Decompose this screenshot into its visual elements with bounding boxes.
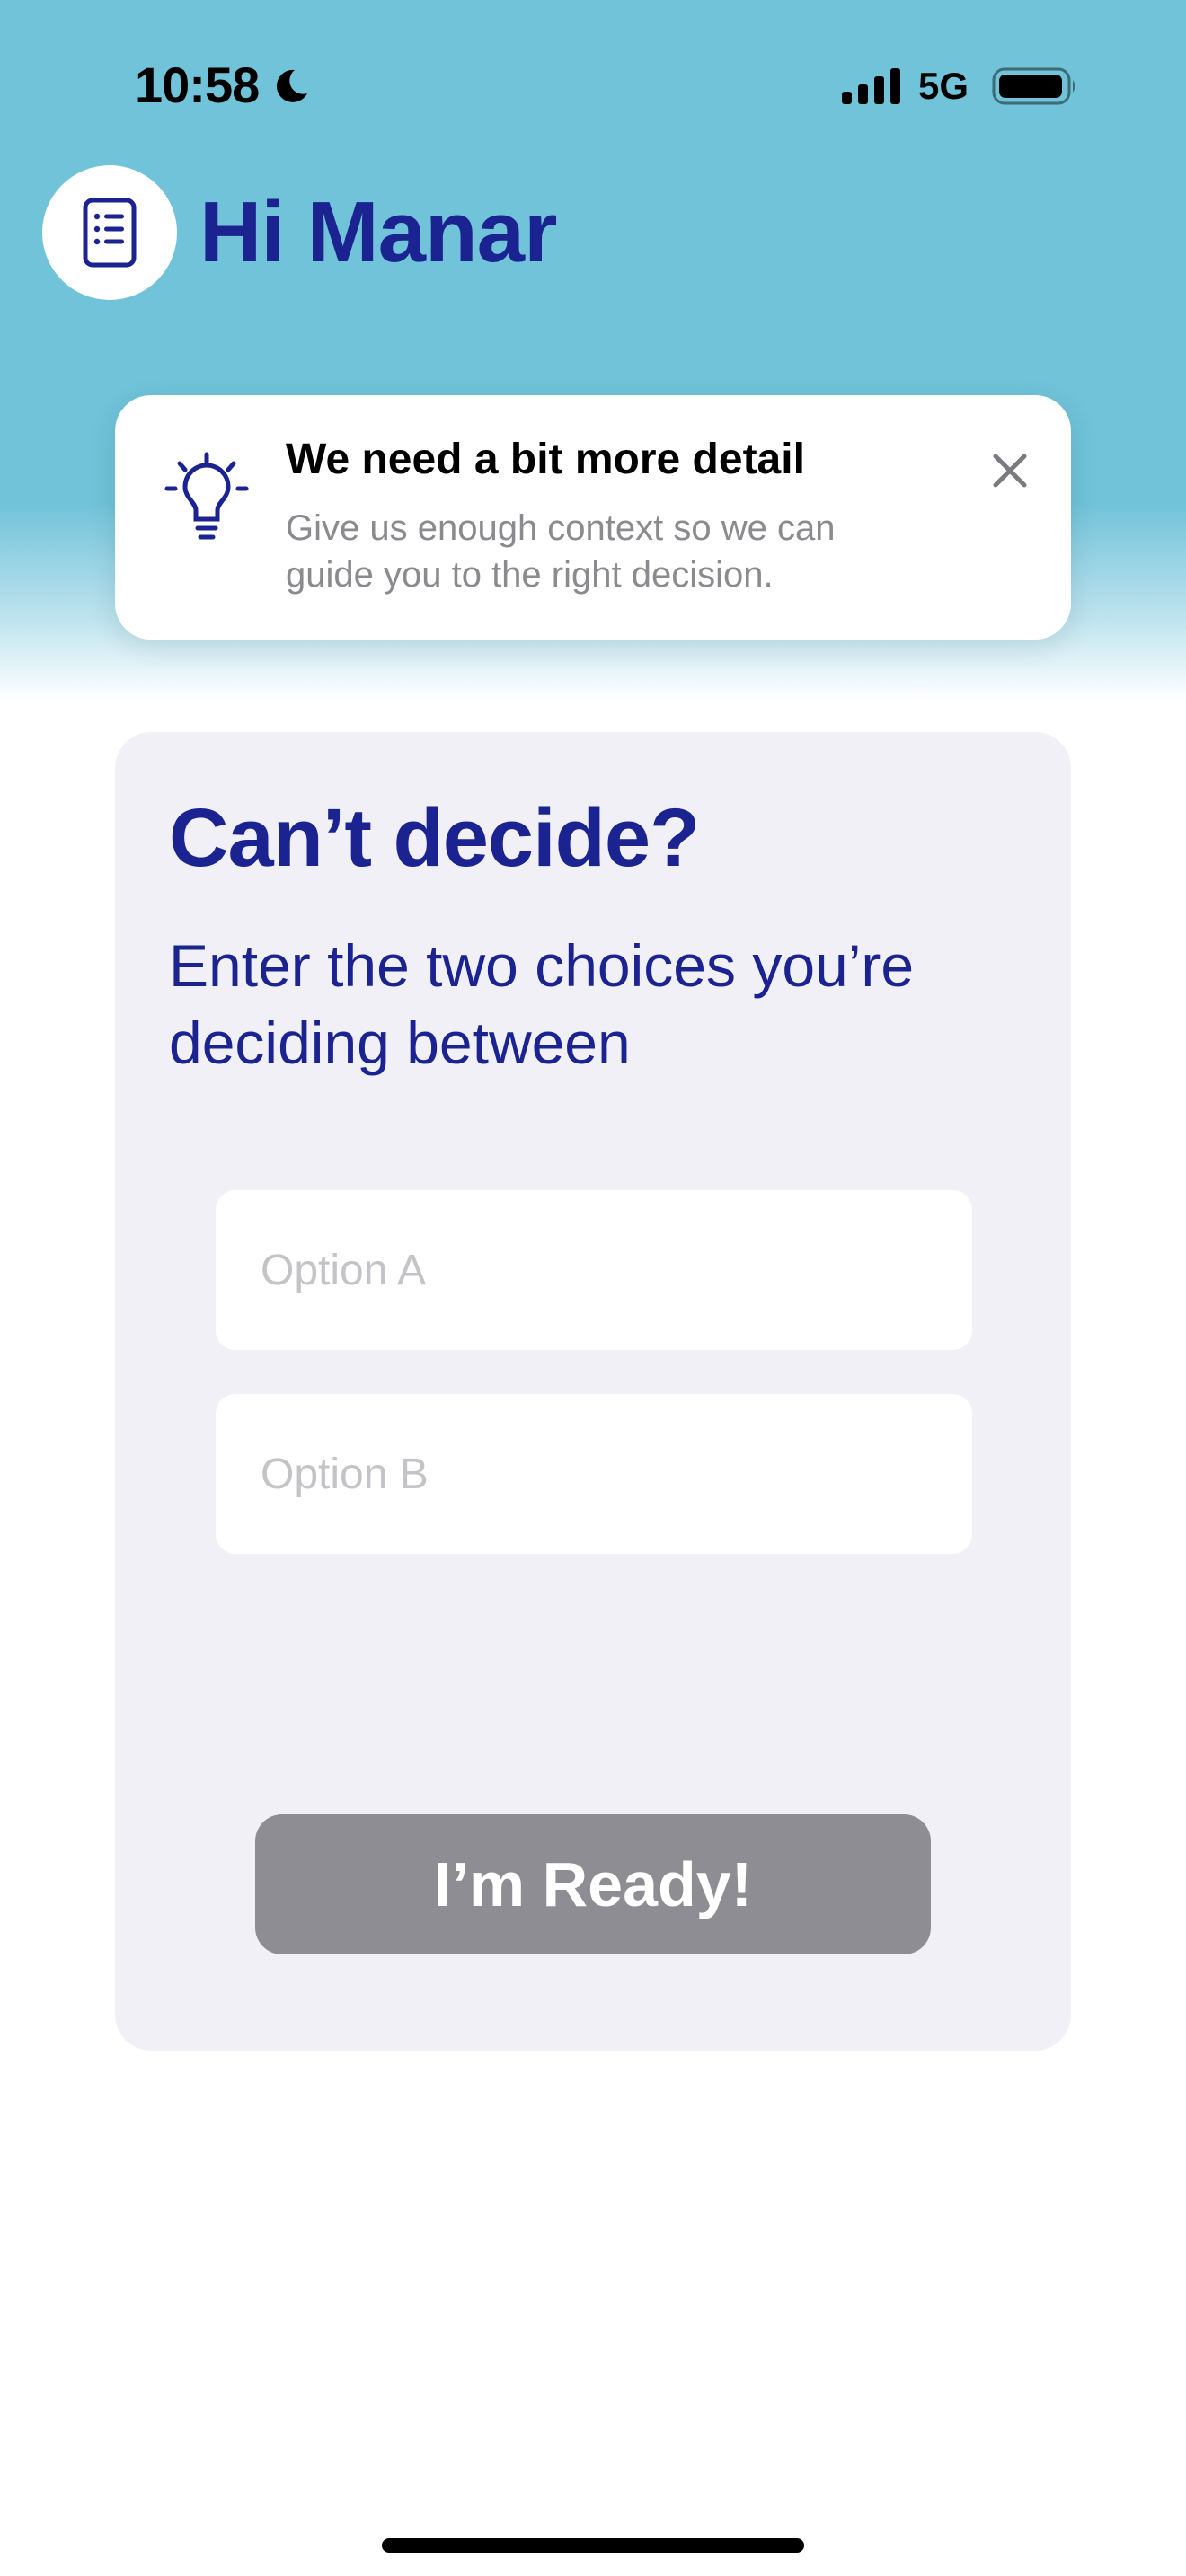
lightbulb-icon — [164, 452, 249, 540]
network-label: 5G — [918, 65, 969, 107]
info-banner: We need a bit more detail Give us enough… — [115, 395, 1071, 640]
decision-card: Can’t decide? Enter the two choices you’… — [115, 732, 1071, 2051]
status-time: 10:58 — [135, 57, 260, 113]
banner-title: We need a bit more detail — [286, 436, 805, 483]
ready-button[interactable]: I’m Ready! — [255, 1814, 931, 1954]
document-list-icon — [83, 198, 137, 268]
greeting-title: Hi Manar — [199, 184, 557, 280]
signal-icon — [842, 68, 900, 104]
banner-message: Give us enough context so we can guide y… — [286, 508, 836, 595]
card-title: Can’t decide? — [169, 792, 700, 884]
home-indicator[interactable] — [382, 2538, 804, 2553]
avatar-button[interactable] — [42, 165, 177, 300]
close-icon — [993, 454, 1027, 488]
status-bar: 10:58 5G — [0, 0, 1186, 171]
moon-icon — [276, 69, 307, 102]
battery-icon — [992, 67, 1075, 105]
card-subtitle: Enter the two choices you’re deciding be… — [169, 932, 915, 1076]
option-b-input[interactable] — [216, 1394, 972, 1554]
option-a-input[interactable] — [216, 1190, 972, 1350]
close-banner-button[interactable] — [983, 444, 1037, 498]
